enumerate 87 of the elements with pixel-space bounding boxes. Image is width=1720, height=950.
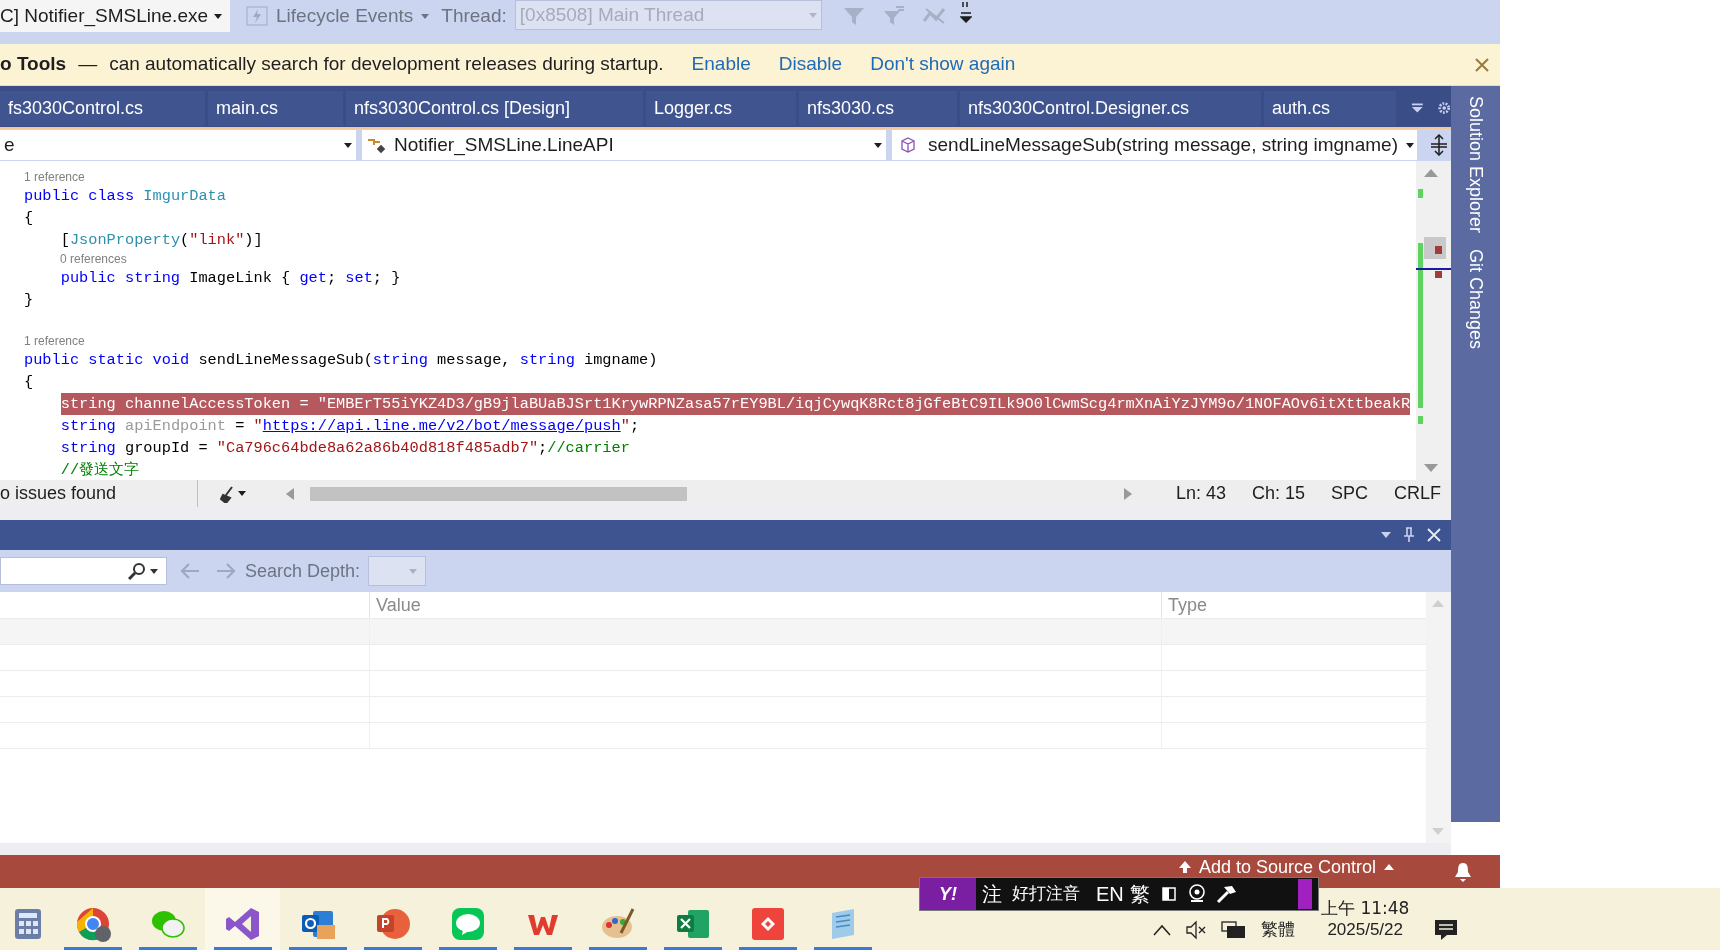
ime-name[interactable]: 好打注音 (1012, 881, 1080, 907)
member-dropdown[interactable]: sendLineMessageSub(string message, string imgname) (892, 130, 1417, 160)
input-language[interactable]: 繁體 (1261, 917, 1295, 943)
reference-count[interactable]: 1 reference (24, 169, 85, 185)
ime-script[interactable]: 繁 (1129, 879, 1150, 909)
error-marker (1435, 246, 1442, 254)
status-item[interactable]: Ln: 43 (1176, 480, 1227, 507)
info-bar-link[interactable]: Enable (691, 50, 751, 79)
vertical-scrollbar[interactable] (1416, 161, 1451, 480)
ime-language[interactable]: EN (1096, 879, 1124, 909)
file-tab[interactable]: nfs3030.cs (799, 90, 957, 126)
notification-icon[interactable] (1433, 918, 1460, 942)
code-line: [JsonProperty("link")] (60, 230, 263, 251)
code-link[interactable]: https://api.line.me/v2/bot/message/push (262, 417, 621, 435)
settings-icon[interactable] (1436, 100, 1451, 116)
change-marker (1418, 416, 1423, 424)
code-line: //發送文字 (60, 460, 140, 480)
caret-icon[interactable] (150, 568, 158, 574)
file-tab[interactable]: Logger.cs (646, 90, 796, 126)
code-line: { (24, 208, 34, 229)
project-dropdown[interactable]: e (0, 130, 356, 160)
file-tab[interactable]: fs3030Control.cs (0, 90, 205, 126)
info-bar-dash: — (78, 52, 98, 77)
code-line: public string ImageLink { get; set; } (60, 268, 401, 289)
scroll-down-icon[interactable] (1424, 464, 1438, 472)
scroll-left-icon[interactable] (286, 487, 294, 500)
scroll-thumb[interactable] (1424, 237, 1446, 259)
search-depth-label: Search Depth: (245, 559, 361, 583)
status-item[interactable]: SPC (1331, 480, 1369, 507)
arrow-up-icon (1178, 861, 1191, 873)
error-marker (1435, 271, 1442, 278)
side-tab[interactable]: Solution Explorer (1462, 96, 1489, 234)
tab-list-icon[interactable] (1411, 101, 1424, 115)
search-icon (128, 562, 146, 580)
ime-handle[interactable] (1298, 879, 1312, 909)
info-bar-link[interactable]: Disable (778, 50, 843, 79)
at-sign-icon[interactable] (1187, 884, 1206, 904)
scroll-right-icon[interactable] (1124, 487, 1132, 500)
caret-icon[interactable] (214, 13, 222, 19)
tool-icon[interactable] (1215, 884, 1238, 904)
horizontal-scroll-thumb[interactable] (310, 486, 687, 501)
file-tab[interactable]: nfs3030Control.Designer.cs (960, 90, 1261, 126)
speaker-muted-icon[interactable] (1185, 920, 1207, 940)
taskbar-app[interactable] (205, 888, 280, 950)
class-icon (366, 136, 386, 154)
split-icon[interactable] (1429, 134, 1449, 156)
code-line: public static void sendLineMessageSub(string message, string imgname) (24, 350, 658, 371)
info-bar-link[interactable]: Don't show again (870, 50, 1016, 79)
thread-label: Thread: (441, 4, 507, 28)
ime-mode[interactable]: 注 (982, 879, 1002, 909)
source-control-button[interactable]: Add to Source Control (1178, 858, 1394, 876)
file-tab[interactable]: nfs3030Control.cs [Design] (346, 90, 643, 126)
search-field[interactable] (0, 557, 167, 585)
yahoo-logo: Y! (920, 878, 976, 910)
caret-icon[interactable] (238, 491, 246, 496)
pin-icon[interactable] (1403, 527, 1415, 543)
code-line: { (24, 372, 34, 393)
close-icon[interactable] (1474, 57, 1490, 73)
chevron-up-icon[interactable] (1153, 924, 1171, 936)
info-bar-message: can automatically search for development releases during startup. (109, 52, 664, 77)
process-dropdown[interactable]: C] Notifier_SMSLine.exe (0, 0, 230, 32)
file-tab[interactable]: main.cs (208, 90, 343, 126)
caret-icon[interactable] (874, 142, 882, 148)
info-bar-title: o Tools (0, 52, 67, 77)
bell-icon[interactable] (1454, 861, 1472, 882)
clock-time[interactable]: 上午 11:48 (1321, 898, 1410, 919)
file-tab[interactable]: auth.cs (1264, 90, 1396, 126)
clock-date[interactable]: 2025/5/22 (1327, 919, 1403, 940)
status-item[interactable]: Ch: 15 (1252, 480, 1306, 507)
cube-icon (900, 137, 916, 153)
status-item[interactable]: CRLF (1394, 480, 1442, 507)
code-line: public class ImgurData (24, 186, 226, 207)
caret-icon[interactable] (344, 142, 352, 148)
reference-count[interactable]: 1 reference (24, 333, 85, 349)
dropdown-icon[interactable] (1381, 532, 1391, 538)
caret-up-icon (1384, 864, 1394, 870)
code-line: string groupId = "Ca796c64bde8a62a86b40d818f485adb7";//carrier (60, 438, 630, 459)
caret-icon[interactable] (1405, 142, 1414, 148)
reference-count[interactable]: 0 references (60, 251, 127, 267)
half-width-icon[interactable] (1161, 887, 1176, 901)
caret-line-marker (1416, 268, 1451, 270)
code-line: string apiEndpoint = "https://api.line.me/v2/bot/message/push"; (60, 416, 640, 437)
class-dropdown[interactable]: Notifier_SMSLine.LineAPI (362, 130, 886, 160)
change-marker (1418, 189, 1423, 198)
scroll-up-icon[interactable] (1424, 169, 1438, 177)
code-line: } (24, 290, 34, 311)
side-tab[interactable]: Git Changes (1462, 249, 1489, 350)
